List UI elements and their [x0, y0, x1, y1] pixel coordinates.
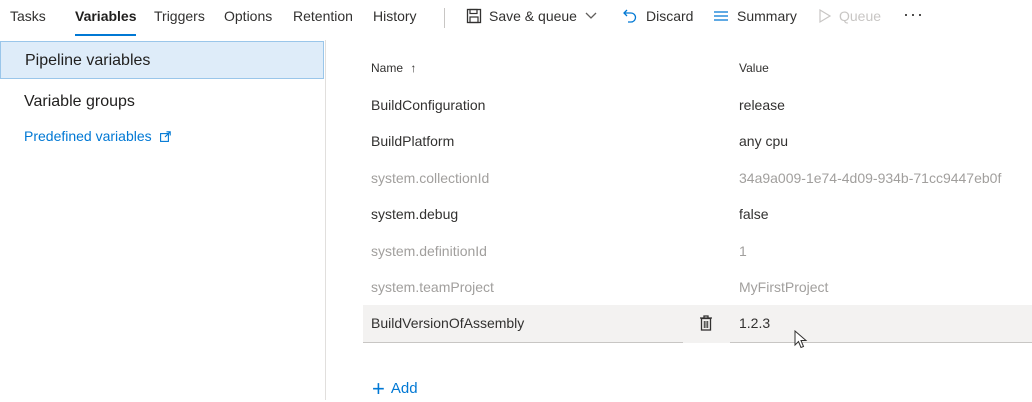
nav-pipeline-variables[interactable]: Pipeline variables	[0, 41, 324, 79]
tab-triggers[interactable]: Triggers	[154, 8, 205, 24]
add-variable-button[interactable]: + Add	[372, 376, 418, 402]
active-tab-indicator	[75, 34, 136, 36]
tab-options[interactable]: Options	[224, 8, 272, 24]
add-label: Add	[390, 380, 418, 397]
tab-tasks[interactable]: Tasks	[10, 8, 46, 24]
trash-icon[interactable]	[698, 314, 714, 332]
predefined-variables-label: Predefined variables	[24, 128, 152, 144]
variable-name: system.teamProject	[371, 279, 494, 295]
name-column-header[interactable]: Name ↑	[371, 61, 416, 75]
toolbar-divider	[444, 8, 445, 28]
variable-value: 1	[739, 243, 747, 259]
list-icon[interactable]	[713, 7, 729, 25]
value-input-underline	[730, 342, 1032, 343]
plus-icon: +	[372, 376, 385, 401]
variable-value: MyFirstProject	[739, 279, 829, 295]
discard-button[interactable]: Discard	[646, 8, 693, 24]
variables-sidebar: Pipeline variables Variable groups Prede…	[0, 40, 326, 400]
tab-variables[interactable]: Variables	[75, 8, 137, 24]
name-header-label: Name	[371, 61, 404, 75]
toolbar: Tasks Variables Triggers Options Retenti…	[0, 0, 1032, 36]
tab-retention[interactable]: Retention	[293, 8, 353, 24]
predefined-variables-link[interactable]: Predefined variables	[24, 128, 171, 145]
play-icon	[818, 7, 834, 25]
variable-name[interactable]: BuildConfiguration	[371, 97, 485, 113]
variable-value-input[interactable]: 1.2.3	[739, 315, 770, 331]
more-options-icon[interactable]: ···	[903, 4, 924, 25]
sort-ascending-icon: ↑	[410, 61, 417, 75]
summary-button[interactable]: Summary	[737, 8, 797, 24]
variable-value[interactable]: release	[739, 97, 785, 113]
nav-variable-groups[interactable]: Variable groups	[0, 83, 324, 121]
variable-name: system.collectionId	[371, 170, 490, 186]
variable-name[interactable]: BuildPlatform	[371, 133, 454, 149]
variable-value: 34a9a009-1e74-4d09-934b-71cc9447eb0f	[739, 170, 1002, 186]
external-link-icon	[159, 129, 171, 145]
save-and-queue-button[interactable]: Save & queue	[489, 8, 577, 24]
queue-button: Queue	[839, 8, 882, 24]
variable-value[interactable]: any cpu	[739, 133, 788, 149]
variable-value[interactable]: false	[739, 206, 769, 222]
variable-name[interactable]: system.debug	[371, 206, 458, 222]
variable-name-input[interactable]: BuildVersionOfAssembly	[371, 315, 524, 331]
name-input-underline	[363, 342, 683, 343]
chevron-down-icon[interactable]	[584, 8, 600, 26]
variable-name: system.definitionId	[371, 243, 487, 259]
tab-history[interactable]: History	[373, 8, 417, 24]
value-column-header: Value	[739, 61, 769, 75]
mouse-cursor-icon	[794, 329, 808, 355]
save-icon[interactable]	[466, 7, 482, 25]
undo-icon[interactable]	[622, 7, 638, 25]
